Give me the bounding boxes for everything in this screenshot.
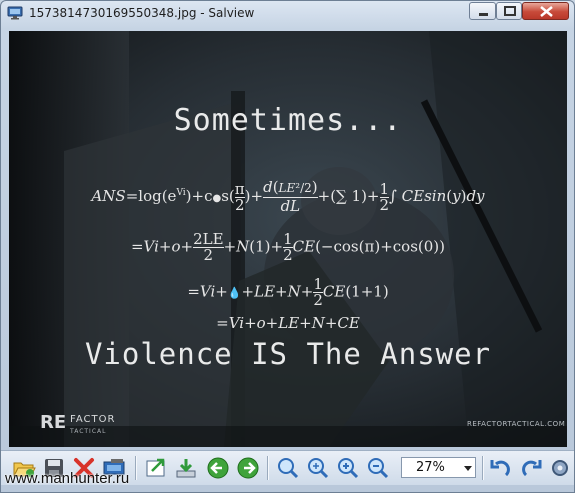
image-viewport[interactable]: Sometimes... ANS=log(eVi)+c●s(π 2)+ d(LE²/… [9, 31, 567, 447]
equation-lhs: ANS [91, 187, 126, 205]
app-monitor-icon [7, 6, 23, 20]
equation-line-3: =Vi+💧+LE+N+ 1 2 CE(1+1) [187, 275, 389, 309]
next-icon[interactable] [235, 456, 261, 480]
previous-icon[interactable] [205, 456, 231, 480]
minimize-button[interactable] [469, 2, 496, 20]
zoom-fit-icon[interactable] [335, 456, 361, 480]
settings-icon[interactable] [547, 456, 573, 480]
close-icon [540, 6, 553, 17]
equation-line-2-start: =Vi+o+ [130, 237, 194, 256]
title-bar[interactable]: 1573814730169550348.jpg - Salview [1, 1, 574, 27]
zoom-icon[interactable] [275, 456, 301, 480]
salview-window: 1573814730169550348.jpg - Salview Someti… [0, 0, 575, 493]
equation-line-4: =Vi+o+LE+N+CE [216, 314, 360, 332]
minimize-icon [479, 13, 488, 16]
chevron-down-icon [464, 466, 472, 471]
toolbar-separator [267, 456, 269, 480]
zoom-level-select[interactable]: 27% [401, 457, 476, 478]
equation-line-1: ANS=log(eVi)+c●s(π 2)+ d(LE²/2) dL +(∑ 1)+ 1 2… [91, 178, 485, 215]
maximize-button[interactable] [496, 2, 522, 20]
headline-bottom: Violence IS The Answer [84, 337, 492, 371]
headline-top: Sometimes... [173, 103, 403, 138]
site-watermark-label: www.manhunter.ru [5, 470, 130, 487]
window-title: 1573814730169550348.jpg - Salview [29, 6, 255, 20]
zoom-in-icon[interactable] [305, 456, 331, 480]
download-icon[interactable] [173, 456, 199, 480]
toolbar-separator [135, 456, 137, 480]
zoom-out-icon[interactable] [365, 456, 391, 480]
rotate-left-icon[interactable] [488, 456, 514, 480]
toolbar-separator [482, 456, 484, 480]
maximize-icon [504, 6, 516, 16]
close-button[interactable] [522, 2, 569, 20]
rotate-right-icon[interactable] [518, 456, 544, 480]
export-icon[interactable] [143, 456, 169, 480]
equation-line-2: =Vi+o+ 2LE 2 +N(1)+ 1 2 CE(−cos(π)+cos(0)) [130, 230, 445, 264]
equation-line-3-start: =Vi+ [187, 282, 228, 301]
zoom-level-value: 27% [416, 460, 445, 475]
watermark-url: REFACTORTACTICAL.COM [467, 420, 566, 428]
